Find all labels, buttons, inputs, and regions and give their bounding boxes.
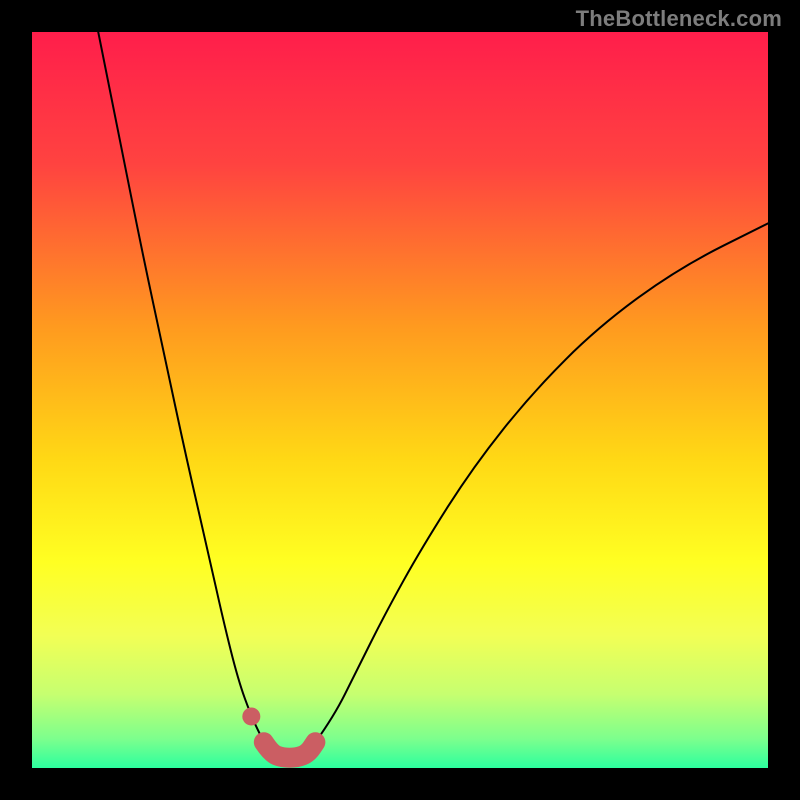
chart-frame: TheBottleneck.com	[0, 0, 800, 800]
gradient-fill	[32, 32, 768, 768]
chart-svg	[32, 32, 768, 768]
watermark-text: TheBottleneck.com	[576, 6, 782, 32]
highlight-dot	[242, 707, 260, 725]
plot-area	[32, 32, 768, 768]
